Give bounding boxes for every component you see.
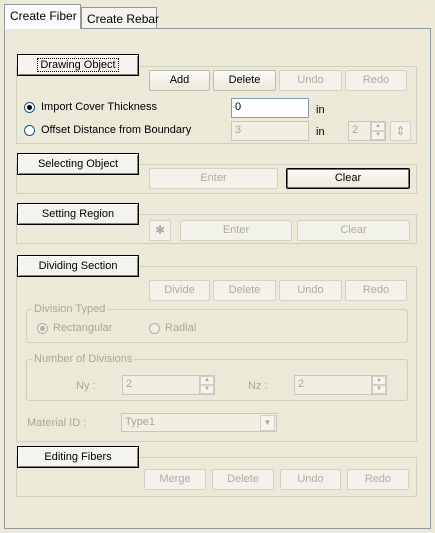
merge-button[interactable]: Merge (144, 469, 206, 490)
selecting-clear-button[interactable]: Clear (286, 168, 410, 189)
import-cover-input[interactable]: 0 (231, 98, 309, 118)
import-cover-radio[interactable] (24, 102, 35, 113)
material-id-value: Type1 (125, 416, 155, 428)
setting-clear-button[interactable]: Clear (297, 220, 410, 241)
redo-button[interactable]: Redo (345, 70, 407, 91)
rectangular-label: Rectangular (53, 322, 113, 334)
dividing-redo-button[interactable]: Redo (345, 280, 407, 301)
import-cover-unit: in (316, 104, 325, 116)
offset-count-spin-buttons[interactable]: ▲ ▼ (370, 122, 385, 140)
chevron-down-icon[interactable]: ▼ (260, 415, 275, 431)
setting-enter-button[interactable]: Enter (180, 220, 292, 241)
rectangular-radio[interactable] (37, 323, 48, 334)
selecting-object-button[interactable]: Selecting Object (17, 153, 139, 175)
division-typed-legend: Division Typed (32, 303, 108, 315)
setting-region-button[interactable]: Setting Region (17, 203, 139, 225)
material-id-select[interactable]: Type1 ▼ (121, 413, 277, 432)
selecting-enter-button[interactable]: Enter (149, 168, 278, 189)
region-select-icon[interactable]: ✱ (149, 220, 171, 241)
tab-create-fiber[interactable]: Create Fiber (4, 4, 81, 29)
ny-spin-buttons[interactable]: ▲ ▼ (199, 376, 214, 394)
pick-distance-icon[interactable]: ⇕ (390, 121, 411, 141)
ny-label: Ny : (76, 380, 96, 392)
dividing-delete-button[interactable]: Delete (213, 280, 276, 301)
offset-distance-unit: in (316, 126, 325, 138)
editing-redo-button[interactable]: Redo (347, 469, 409, 490)
delete-button[interactable]: Delete (213, 70, 276, 91)
nz-label: Nz : (248, 380, 268, 392)
import-cover-label: Import Cover Thickness (41, 101, 157, 113)
radial-label: Radial (165, 322, 197, 334)
offset-distance-radio[interactable] (24, 125, 35, 136)
divide-button[interactable]: Divide (149, 280, 210, 301)
tab-create-rebar[interactable]: Create Rebar (81, 7, 159, 29)
editing-fibers-button[interactable]: Editing Fibers (17, 446, 139, 468)
editing-delete-button[interactable]: Delete (212, 469, 274, 490)
undo-button[interactable]: Undo (279, 70, 342, 91)
number-of-divisions-legend: Number of Divisions (32, 353, 135, 365)
radial-radio[interactable] (149, 323, 160, 334)
offset-distance-input[interactable]: 3 (231, 121, 309, 141)
offset-distance-label: Offset Distance from Boundary (41, 124, 192, 136)
drawing-object-button[interactable]: Drawing Object (17, 54, 139, 76)
dividing-undo-button[interactable]: Undo (279, 280, 342, 301)
nz-spin-buttons[interactable]: ▲ ▼ (371, 376, 386, 394)
dividing-section-button[interactable]: Dividing Section (17, 255, 139, 277)
material-id-label: Material ID : (27, 417, 87, 429)
editing-undo-button[interactable]: Undo (280, 469, 341, 490)
add-button[interactable]: Add (149, 70, 210, 91)
